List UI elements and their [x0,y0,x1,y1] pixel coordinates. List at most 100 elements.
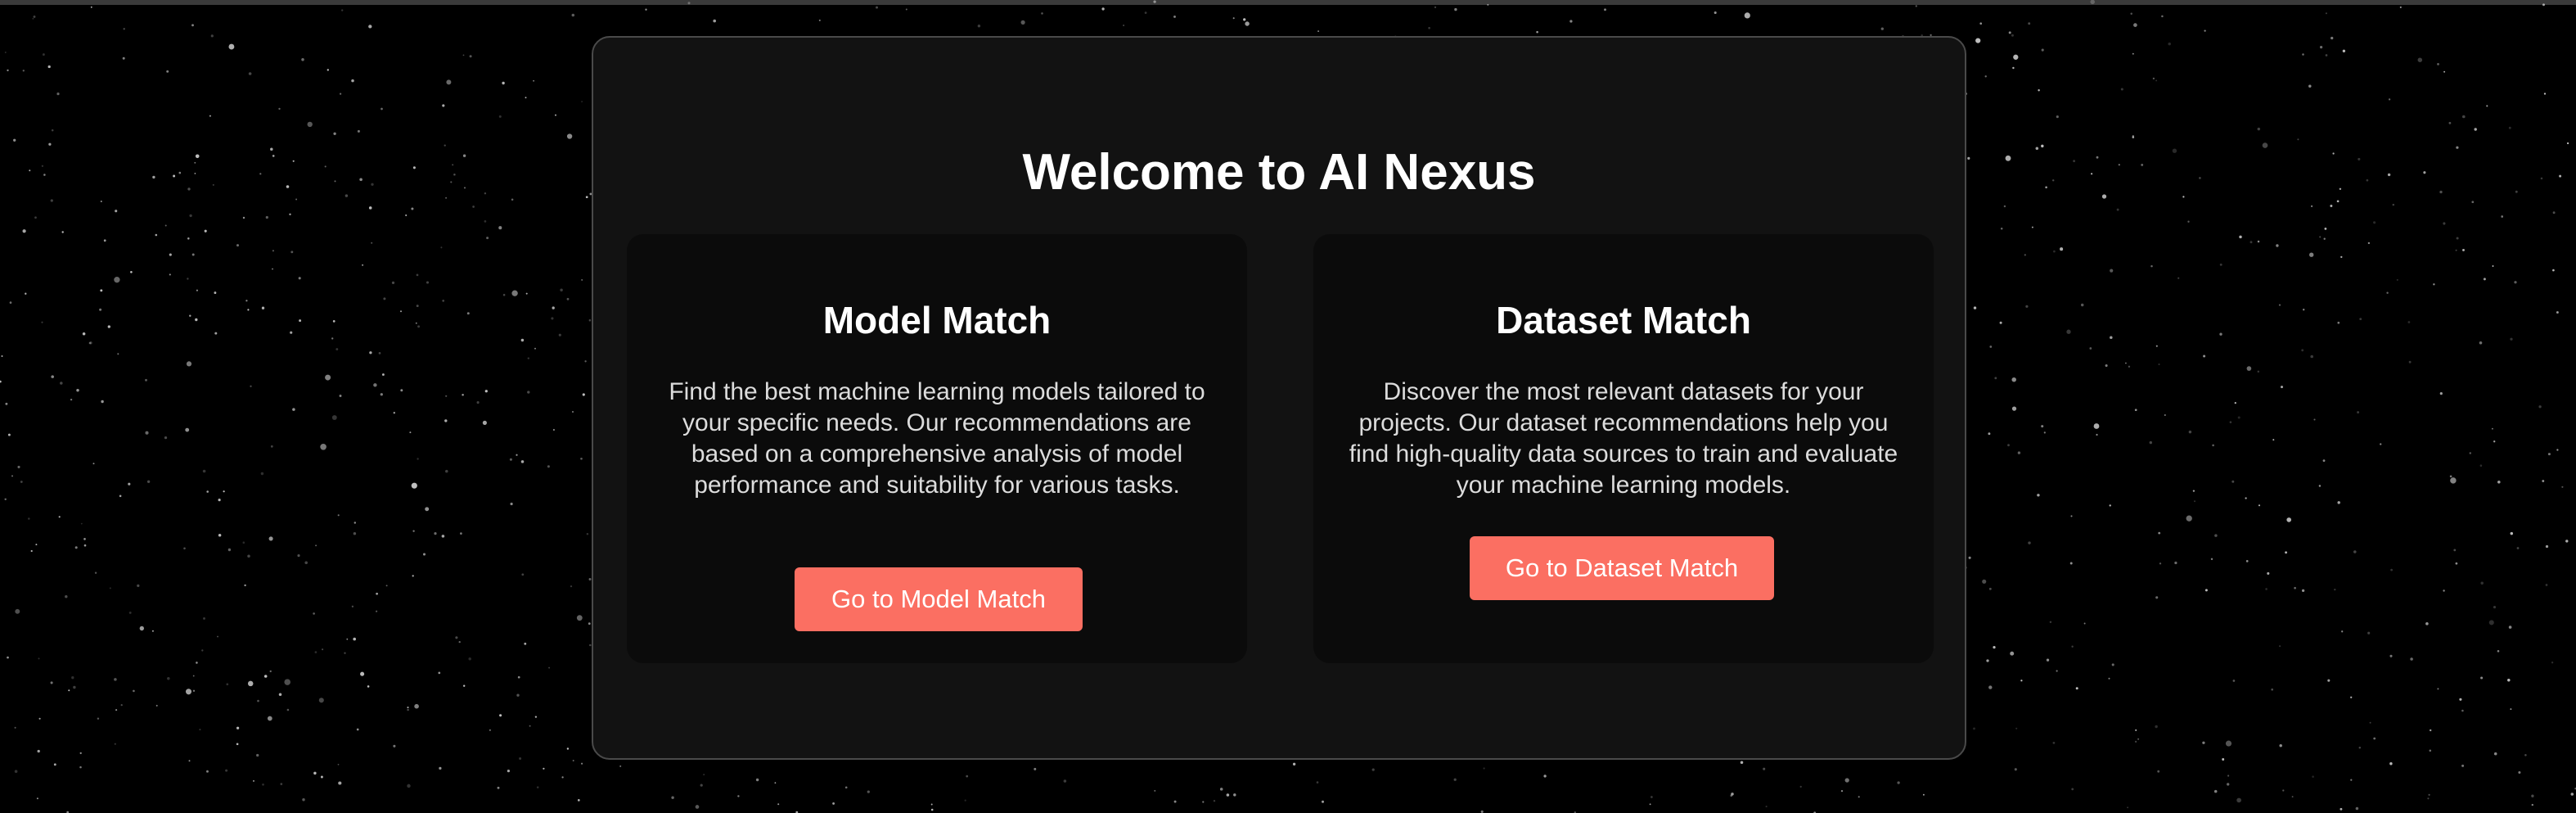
star [9,301,12,304]
star [1984,75,1987,78]
star [2229,421,2232,423]
star [65,594,68,598]
star [2010,651,2015,656]
star [1226,793,1230,797]
star [137,584,140,588]
star [2186,515,2192,522]
star [146,480,151,483]
star [2358,747,2362,749]
star [83,538,86,540]
page-title: Welcome to AI Nexus [1022,144,1536,201]
star [509,458,512,461]
star [2429,749,2432,752]
star [2219,263,2222,266]
star [1202,801,1205,803]
star [325,374,331,381]
star [194,172,196,174]
star [2060,247,2064,251]
star [737,795,740,797]
star [368,25,372,29]
star [1880,27,1884,30]
star [482,420,487,425]
star [346,638,349,640]
star [2456,237,2459,240]
star [99,308,102,311]
star [2161,15,2164,18]
star [30,549,33,553]
star [2334,588,2336,591]
star [115,210,118,213]
star [2386,291,2389,294]
star [278,693,282,696]
star [2429,729,2432,732]
star [2508,126,2511,129]
star [2331,36,2334,40]
star [2508,626,2512,629]
star [1569,20,1573,23]
star [520,338,525,342]
star [196,289,198,291]
star [307,121,313,128]
star [2188,430,2192,434]
star [167,676,170,680]
star [2545,544,2549,549]
star [445,395,448,397]
star [290,251,294,254]
star [15,608,20,614]
star [585,196,588,199]
star [2524,754,2527,757]
star [362,264,364,266]
star [519,757,522,761]
star [2213,789,2218,793]
star [286,185,290,188]
star [2462,248,2465,251]
star [1740,761,1744,765]
go-to-dataset-match-button[interactable]: Go to Dataset Match [1470,536,1774,600]
star [244,584,246,587]
star [2152,77,2155,80]
star [2439,190,2443,194]
star [452,164,454,166]
star [0,380,2,383]
star [2439,392,2443,395]
star [463,187,466,189]
star [28,517,30,520]
star [261,306,265,309]
star [236,743,239,746]
star [130,270,133,273]
dataset-match-card: Dataset Match Discover the most relevant… [1313,234,1934,663]
star [2547,453,2551,456]
star [2214,534,2218,537]
star [337,514,340,517]
star [351,79,354,83]
star [186,361,192,367]
star [2110,336,2113,340]
star [284,679,290,685]
star [2309,252,2314,257]
star [577,799,580,802]
star [930,808,934,811]
star [32,17,34,20]
star [2128,365,2131,368]
star [34,216,37,219]
star [242,216,245,219]
star [2020,680,2023,682]
star [1453,778,1457,781]
star [412,166,416,169]
star [2350,696,2353,698]
star [214,332,218,335]
star [552,428,555,431]
star [204,229,207,233]
star [2340,807,2343,811]
star [463,684,466,687]
star [14,770,18,773]
star [145,431,149,435]
star [581,101,583,103]
star [521,573,525,576]
star [68,689,70,692]
star [582,393,585,396]
star [341,9,344,11]
star [120,703,123,707]
dataset-match-description: Discover the most relevant datasets for … [1349,378,1898,499]
go-to-model-match-button[interactable]: Go to Model Match [795,567,1083,631]
